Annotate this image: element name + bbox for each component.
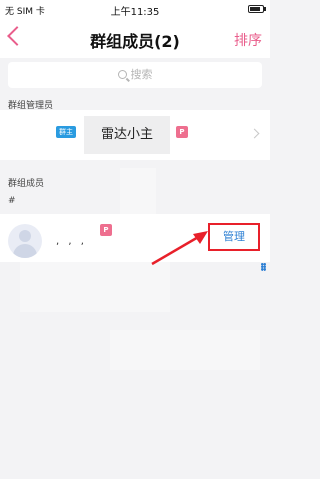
page-title: 群组成员(2): [90, 32, 180, 51]
avatar: [8, 224, 42, 258]
sort-button[interactable]: 排序: [234, 30, 262, 50]
admin-list-item[interactable]: 群主 雷达小主 P: [0, 110, 270, 160]
blurred-region: [20, 262, 170, 312]
owner-badge: 群主: [56, 126, 76, 138]
drag-handle-icon[interactable]: [261, 263, 266, 271]
battery-icon: [248, 5, 264, 13]
blurred-region: [110, 330, 260, 370]
annotation-arrow: [151, 231, 208, 266]
vip-p-icon: P: [100, 224, 112, 236]
members-section-label: 群组成员: [8, 179, 45, 189]
search-input[interactable]: 搜索: [8, 62, 262, 88]
admin-name: 雷达小主: [84, 116, 170, 154]
manage-button[interactable]: 管理: [208, 223, 260, 251]
status-time: 上午11:35: [110, 7, 160, 18]
member-name: , , ,: [56, 236, 87, 247]
search-icon: [117, 70, 127, 79]
chevron-right-icon: [249, 128, 260, 139]
search-placeholder: 搜索: [130, 68, 153, 81]
status-bar: 无 SIM 卡 上午11:35: [0, 0, 270, 18]
members-index-letter: #: [8, 196, 16, 206]
battery-tip: [264, 7, 266, 11]
search-area: 搜索: [0, 58, 270, 92]
navigation-bar: 群组成员(2) 排序: [0, 18, 270, 58]
vip-p-icon: P: [176, 126, 188, 138]
